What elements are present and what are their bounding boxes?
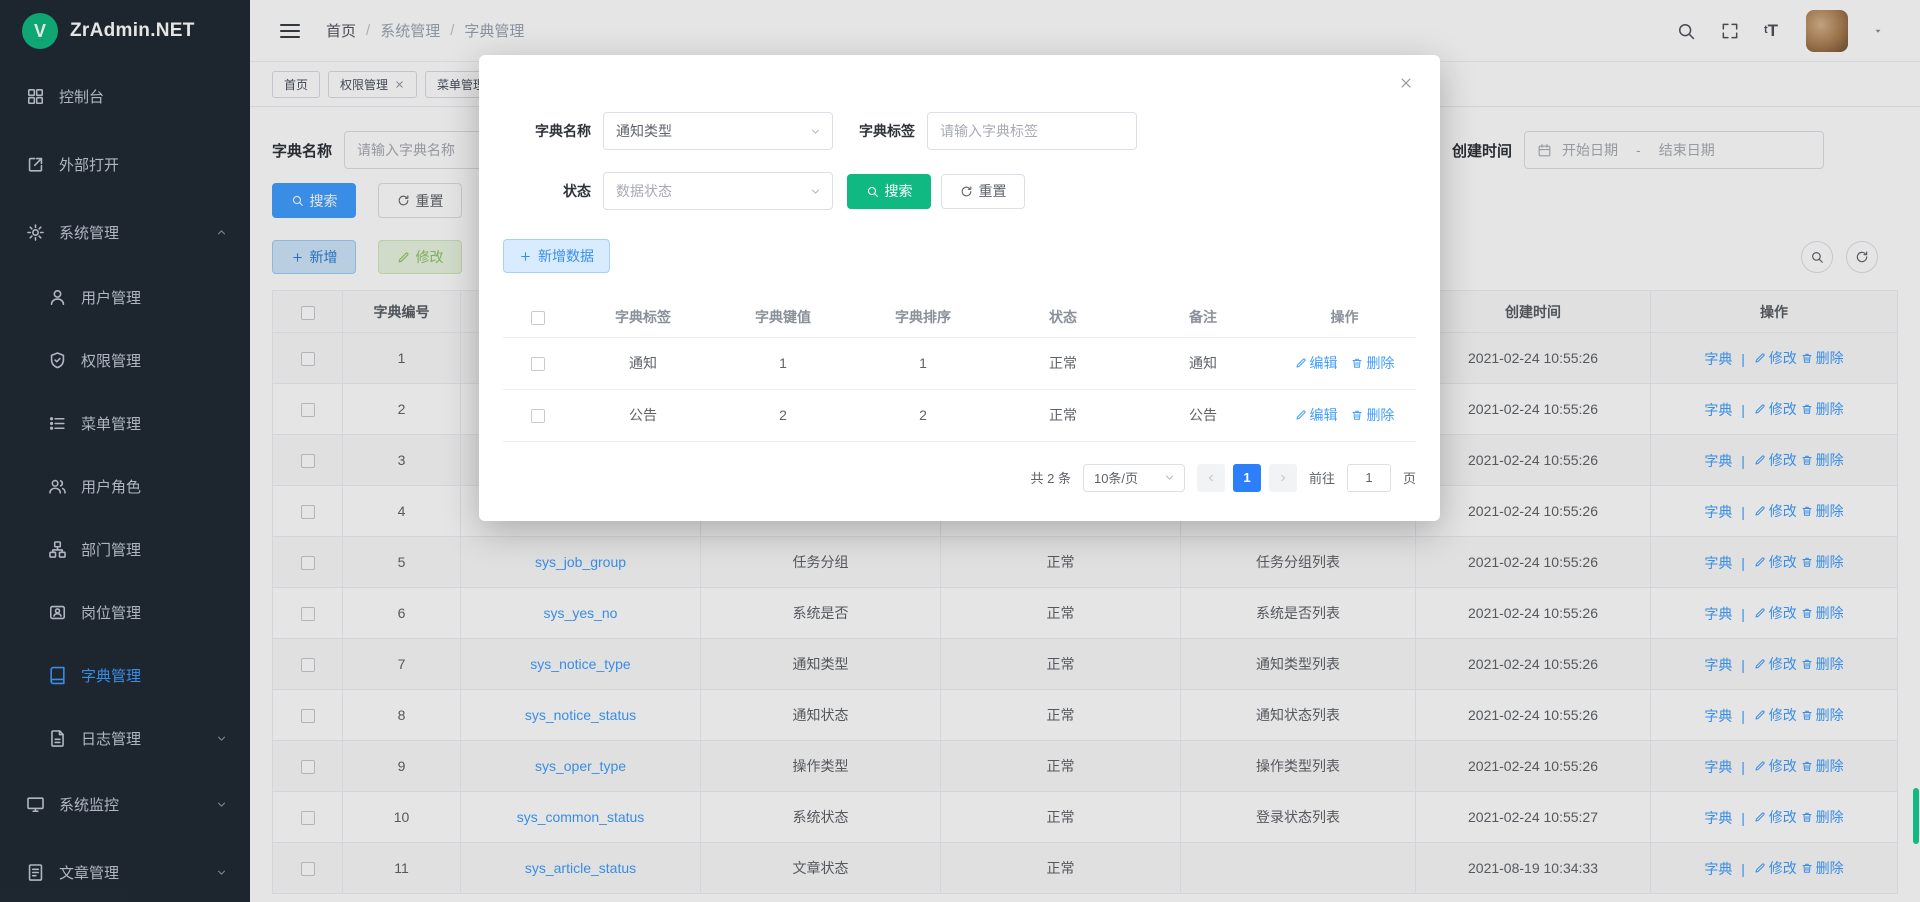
modal-dict-label-label: 字典标签	[859, 121, 915, 141]
cell-dict-label: 公告	[573, 389, 713, 441]
trash-icon	[1351, 409, 1363, 421]
col-header-operations: 操作	[1273, 297, 1416, 337]
modal-dict-name-label: 字典名称	[503, 121, 591, 141]
modal-table-row: 公告 2 2 正常 公告 编辑 删除	[503, 389, 1416, 441]
dict-label-input[interactable]: 请输入字典标签	[927, 112, 1137, 150]
refresh-icon	[960, 185, 973, 198]
cell-status: 正常	[993, 389, 1133, 441]
modal-filter-form: 字典名称 通知类型 字典标签 请输入字典标签 状态 数据状态 搜索 重置	[503, 55, 1416, 210]
select-value: 通知类型	[616, 121, 801, 141]
col-header-status: 状态	[993, 297, 1133, 337]
pencil-icon	[1295, 357, 1307, 369]
dict-name-select[interactable]: 通知类型	[603, 112, 833, 150]
col-header-dict-label: 字典标签	[573, 297, 713, 337]
select-value: 10条/页	[1094, 468, 1155, 487]
goto-label: 前往	[1309, 468, 1335, 487]
cell-dict-sort: 2	[853, 389, 993, 441]
dict-data-table: 字典标签 字典键值 字典排序 状态 备注 操作 通知 1 1 正常 通知 编	[503, 297, 1416, 442]
modal-edit-link[interactable]: 编辑	[1295, 405, 1338, 425]
status-select[interactable]: 数据状态	[603, 172, 833, 210]
cell-dict-sort: 1	[853, 337, 993, 389]
cell-operations: 编辑 删除	[1273, 389, 1416, 441]
col-header-remark: 备注	[1133, 297, 1273, 337]
pencil-icon	[1295, 409, 1307, 421]
cell-status: 正常	[993, 337, 1133, 389]
col-header-dict-sort: 字典排序	[853, 297, 993, 337]
page-number-1[interactable]: 1	[1233, 464, 1261, 492]
next-page-button[interactable]	[1269, 464, 1297, 492]
page-size-select[interactable]: 10条/页	[1083, 464, 1185, 492]
modal-edit-link[interactable]: 编辑	[1295, 353, 1338, 373]
col-header-dict-value: 字典键值	[713, 297, 853, 337]
scrollbar-thumb[interactable]	[1913, 788, 1919, 844]
modal-delete-link[interactable]: 删除	[1351, 353, 1394, 373]
pagination-total: 共 2 条	[1031, 468, 1071, 487]
modal-search-button[interactable]: 搜索	[847, 174, 931, 209]
select-placeholder: 数据状态	[616, 181, 801, 201]
cell-dict-label: 通知	[573, 337, 713, 389]
close-icon[interactable]	[1398, 75, 1414, 91]
prev-page-button[interactable]	[1197, 464, 1225, 492]
dict-data-modal: 字典名称 通知类型 字典标签 请输入字典标签 状态 数据状态 搜索 重置	[479, 55, 1440, 521]
modal-table-body: 通知 1 1 正常 通知 编辑 删除 公告 2 2 正常	[503, 337, 1416, 441]
pager: 1	[1197, 464, 1297, 492]
chevron-down-icon	[809, 185, 822, 198]
cell-remark: 公告	[1133, 389, 1273, 441]
modal-table-row: 通知 1 1 正常 通知 编辑 删除	[503, 337, 1416, 389]
modal-row-checkbox[interactable]	[531, 409, 545, 423]
trash-icon	[1351, 357, 1363, 369]
cell-dict-value: 2	[713, 389, 853, 441]
input-placeholder: 请输入字典标签	[940, 121, 1038, 141]
modal-table-header-row: 字典标签 字典键值 字典排序 状态 备注 操作	[503, 297, 1416, 337]
chevron-down-icon	[1163, 471, 1176, 484]
search-icon	[866, 185, 879, 198]
cell-operations: 编辑 删除	[1273, 337, 1416, 389]
chevron-down-icon	[809, 125, 822, 138]
page-unit-label: 页	[1403, 468, 1416, 487]
cell-dict-value: 1	[713, 337, 853, 389]
modal-status-label: 状态	[503, 181, 591, 201]
modal-row-checkbox[interactable]	[531, 357, 545, 371]
modal-delete-link[interactable]: 删除	[1351, 405, 1394, 425]
pagination: 共 2 条 10条/页 1 前往 1 页	[503, 464, 1416, 492]
cell-remark: 通知	[1133, 337, 1273, 389]
plus-icon	[519, 250, 532, 263]
chevron-right-icon	[1277, 472, 1289, 484]
modal-reset-button[interactable]: 重置	[941, 174, 1025, 209]
modal-select-all-checkbox[interactable]	[531, 311, 545, 325]
goto-page-input[interactable]: 1	[1347, 464, 1391, 492]
add-data-button[interactable]: 新增数据	[503, 239, 610, 273]
chevron-left-icon	[1205, 472, 1217, 484]
